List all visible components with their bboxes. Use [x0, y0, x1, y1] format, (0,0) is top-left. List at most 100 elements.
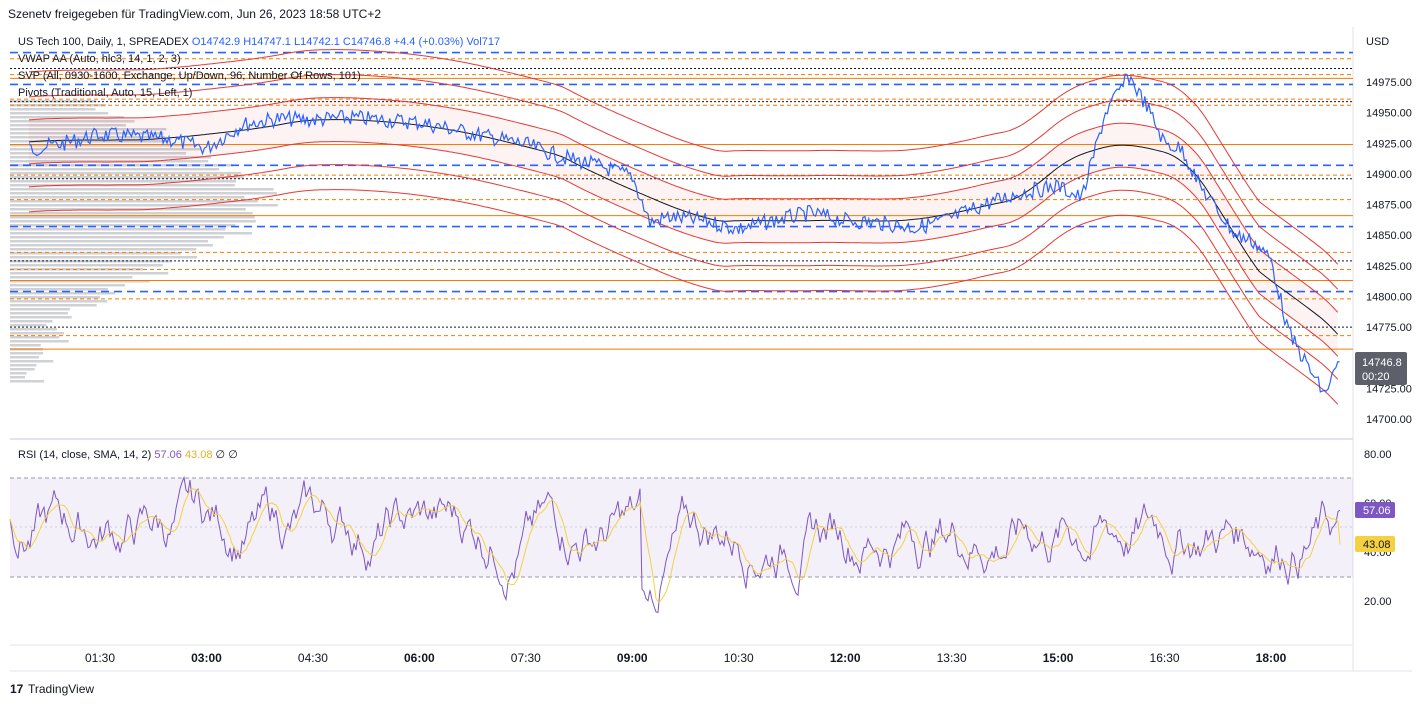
volume-profile-bar	[10, 356, 39, 359]
rsi-badge-text: 57.06	[1363, 505, 1391, 517]
price-tick-label: 14775.00	[1366, 322, 1412, 334]
legend-pivots[interactable]: Pivots (Traditional, Auto, 15, Left, 1)	[18, 87, 192, 99]
legend-ohlc: O14742.9 H14747.1 L14742.1 C14746.8 +4.4…	[191, 36, 501, 48]
volume-profile-bar	[10, 108, 96, 111]
time-tick-label: 10:30	[724, 651, 754, 665]
time-tick-label: 18:00	[1256, 651, 1287, 665]
volume-profile-bar	[10, 344, 41, 347]
volume-profile-bar	[10, 200, 258, 203]
volume-profile-bar	[10, 188, 274, 191]
volume-profile-bar	[10, 308, 70, 311]
volume-profile-bar	[10, 168, 220, 171]
time-tick-label: 03:00	[191, 651, 222, 665]
volume-profile-bar	[10, 264, 163, 267]
volume-profile-bar	[10, 316, 72, 319]
chart-svg[interactable]: 14975.00 14950.00 14925.00 14900.00 14875.00…	[0, 0, 1422, 707]
volume-profile-bar	[10, 284, 126, 287]
volume-profile-bar	[10, 228, 226, 231]
volume-profile-bar	[10, 196, 245, 199]
footer-brand: TradingView	[28, 682, 95, 696]
volume-profile-bar	[10, 360, 54, 363]
time-tick-label: 16:30	[1150, 651, 1180, 665]
price-tick-label: 14950.00	[1366, 108, 1412, 120]
volume-profile-bar	[10, 276, 133, 279]
volume-profile-bar	[10, 240, 209, 243]
rsi-legend-value: 57.06	[154, 449, 182, 461]
time-tick-label: 13:30	[937, 651, 967, 665]
volume-profile-bar	[10, 312, 68, 315]
price-tick-label: 14875.00	[1366, 200, 1412, 212]
rsi-legend-empty-2: ∅	[228, 449, 238, 461]
time-tick-label: 01:30	[85, 651, 115, 665]
chart-root: Szenetv freigegeben für TradingView.com,…	[0, 0, 1422, 707]
volume-profile-bar	[10, 292, 116, 295]
time-tick-label: 06:00	[404, 651, 435, 665]
rsi-sma-badge: 43.08	[1355, 536, 1395, 552]
volume-profile-bar	[10, 220, 256, 223]
price-tick-label: 14850.00	[1366, 230, 1412, 242]
volume-profile-bar	[10, 216, 255, 219]
rsi-legend-sma: 43.08	[184, 449, 213, 461]
volume-profile-bar	[10, 204, 278, 207]
time-tick-label: 04:30	[298, 651, 328, 665]
volume-profile-bar	[10, 300, 108, 303]
price-tick-label: 14800.00	[1366, 291, 1412, 303]
volume-profile-bar	[10, 304, 97, 307]
legend-svp[interactable]: SVP (All, 0930-1600, Exchange, Up/Down, …	[18, 70, 361, 82]
volume-profile-bar	[10, 180, 236, 183]
legend-vwap[interactable]: VWAP AA (Auto, hlc3, 14, 1, 2, 3)	[18, 53, 181, 65]
price-tick-label: 14975.00	[1366, 77, 1412, 89]
volume-profile-bar	[10, 352, 44, 355]
volume-profile-bar	[10, 372, 27, 375]
volume-profile-bar	[10, 340, 69, 343]
time-tick-label: 07:30	[511, 651, 541, 665]
volume-profile-bar	[10, 320, 53, 323]
price-tick-label: 14825.00	[1366, 261, 1412, 273]
time-tick-label: 09:00	[617, 651, 648, 665]
volume-profile-bar	[10, 244, 213, 247]
legend-symbol-row[interactable]: US Tech 100, Daily, 1, SPREADEX O14742.9…	[18, 36, 500, 48]
volume-profile-bar	[10, 364, 37, 367]
last-price-value: 14746.8	[1362, 357, 1402, 369]
last-price-badge: 14746.8 00:20	[1355, 352, 1407, 385]
volume-profile-bar	[10, 368, 35, 371]
last-price-countdown: 00:20	[1362, 371, 1390, 383]
tradingview-logo[interactable]: 17 TradingView	[10, 682, 94, 696]
legend-symbol[interactable]: US Tech 100, Daily, 1, SPREADEX	[18, 36, 189, 48]
volume-profile-bar	[10, 328, 57, 331]
rsi-legend-empty-1: ∅	[215, 449, 226, 461]
volume-profile-bar	[10, 256, 198, 259]
volume-profile-bar	[10, 288, 108, 291]
volume-profile-bar	[10, 248, 197, 251]
time-tick-label: 15:00	[1043, 651, 1074, 665]
volume-profile-bar	[10, 112, 109, 115]
volume-profile-bar	[10, 376, 25, 379]
rsi-sma-badge-text: 43.08	[1363, 539, 1391, 551]
price-tick-label: 14900.00	[1366, 169, 1412, 181]
volume-profile-bar	[10, 296, 100, 299]
price-tick-label: 14700.00	[1366, 414, 1412, 426]
price-tick-label: 14725.00	[1366, 383, 1412, 395]
volume-profile-bar	[10, 176, 244, 179]
volume-profile-bar	[10, 324, 47, 327]
rsi-tick-label: 20.00	[1364, 596, 1392, 608]
volume-profile-bar	[10, 272, 169, 275]
volume-profile-bar	[10, 232, 253, 235]
rsi-background-band	[10, 478, 1353, 577]
volume-profile-bar	[10, 236, 224, 239]
time-tick-label: 12:00	[830, 651, 861, 665]
time-axis[interactable]: 01:30 03:00 04:30 06:00 07:30 09:00 10:30 12:00…	[85, 651, 1287, 665]
tv-logo-icon: 17	[10, 682, 24, 696]
volume-profile-bar	[10, 212, 253, 215]
legend-rsi[interactable]: RSI (14, close, SMA, 14, 2) 57.06 43.08 …	[18, 448, 238, 461]
volume-profile-bar	[10, 172, 242, 175]
volume-profile-bar	[10, 336, 60, 339]
rsi-axis[interactable]: 80.0060.0040.0020.00	[1364, 449, 1392, 608]
rsi-tick-label: 80.00	[1364, 449, 1392, 461]
currency-label: USD	[1366, 36, 1389, 48]
volume-profile-bar	[10, 332, 64, 335]
price-tick-label: 14925.00	[1366, 138, 1412, 150]
rsi-value-badge: 57.06	[1355, 502, 1395, 518]
volume-profile-bar	[10, 380, 44, 383]
rsi-label[interactable]: RSI (14, close, SMA, 14, 2)	[18, 449, 151, 461]
